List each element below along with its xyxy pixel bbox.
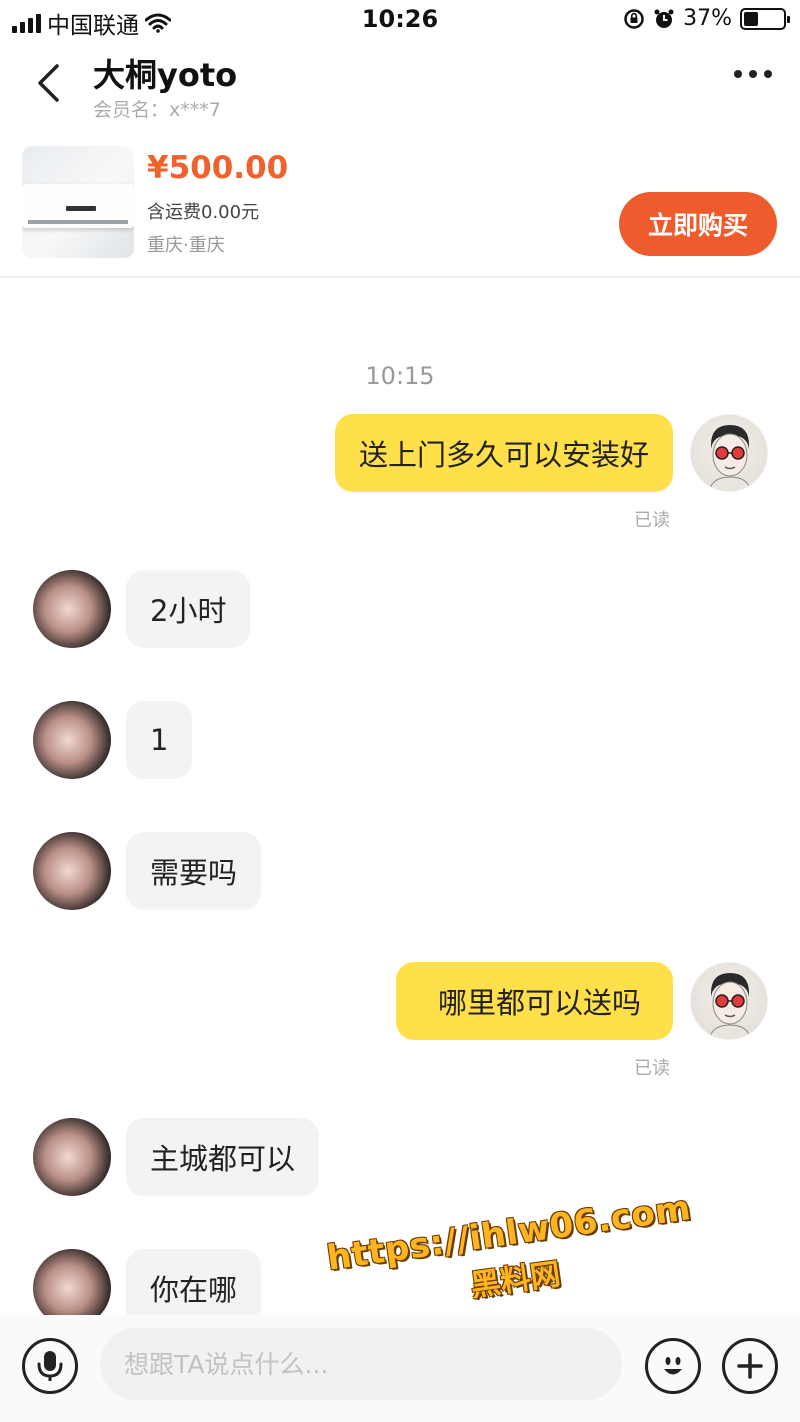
seller-avatar[interactable] [33, 570, 111, 648]
more-dot-icon [734, 70, 742, 78]
status-right: 37% [623, 6, 790, 31]
message-input[interactable] [100, 1328, 622, 1400]
product-price: ¥500.00 [147, 150, 289, 186]
my-avatar[interactable] [690, 962, 768, 1040]
message-timestamp: 10:15 [365, 362, 435, 390]
seller-message-bubble[interactable]: 1 [126, 701, 193, 779]
message-input-bar [0, 1315, 800, 1422]
read-receipt: 已读 [634, 510, 670, 531]
my-message-bubble[interactable]: 哪里都可以送吗 [395, 962, 673, 1040]
plus-icon [737, 1353, 763, 1379]
seller-message-bubble[interactable]: 你在哪 [126, 1249, 262, 1315]
avatar-face-icon [708, 973, 752, 1039]
battery-percent: 37% [683, 6, 732, 31]
chat-header: 大桐yoto 会员名：x***7 [0, 40, 800, 130]
more-dot-icon [749, 70, 757, 78]
my-message-bubble[interactable]: 送上门多久可以安装好 [334, 414, 673, 492]
product-thumbnail[interactable] [22, 146, 134, 258]
read-receipt: 已读 [634, 1058, 670, 1079]
alarm-icon [654, 9, 674, 28]
seller-avatar[interactable] [33, 701, 111, 779]
member-id: 会员名：x***7 [93, 99, 221, 121]
seller-avatar[interactable] [33, 832, 111, 910]
seller-name: 大桐yoto [93, 56, 238, 94]
battery-icon [740, 7, 790, 30]
my-avatar[interactable] [690, 414, 768, 492]
chat-list[interactable]: 10:15 送上门多久可以安装好 已读 2小时 1 需要吗 哪里都可以送吗 已读… [0, 280, 800, 1315]
more-actions-button[interactable] [722, 1338, 778, 1394]
rotation-lock-icon [624, 8, 644, 29]
product-card[interactable]: ¥500.00 含运费0.00元 重庆·重庆 立即购买 [0, 140, 800, 278]
seller-message-bubble[interactable]: 2小时 [126, 570, 251, 648]
seller-avatar[interactable] [33, 1118, 111, 1196]
more-dot-icon [764, 70, 772, 78]
microphone-icon [37, 1351, 63, 1381]
seller-avatar[interactable] [33, 1249, 111, 1315]
avatar-face-icon [708, 425, 752, 491]
seller-message-bubble[interactable]: 需要吗 [126, 832, 262, 910]
status-bar: 中国联通 10:26 37% [0, 0, 800, 40]
battery-fill [744, 11, 759, 26]
buy-now-button[interactable]: 立即购买 [619, 192, 777, 256]
product-location: 重庆·重庆 [147, 235, 225, 256]
more-options-button[interactable] [734, 70, 772, 78]
back-button[interactable] [26, 58, 70, 108]
seller-message-bubble[interactable]: 主城都可以 [126, 1118, 320, 1196]
emoji-button[interactable] [645, 1338, 701, 1394]
air-conditioner-image [22, 184, 134, 228]
product-shipping: 含运费0.00元 [147, 202, 260, 223]
chevron-left-icon [38, 64, 59, 102]
smiley-icon [664, 1357, 682, 1375]
voice-button[interactable] [22, 1338, 78, 1394]
